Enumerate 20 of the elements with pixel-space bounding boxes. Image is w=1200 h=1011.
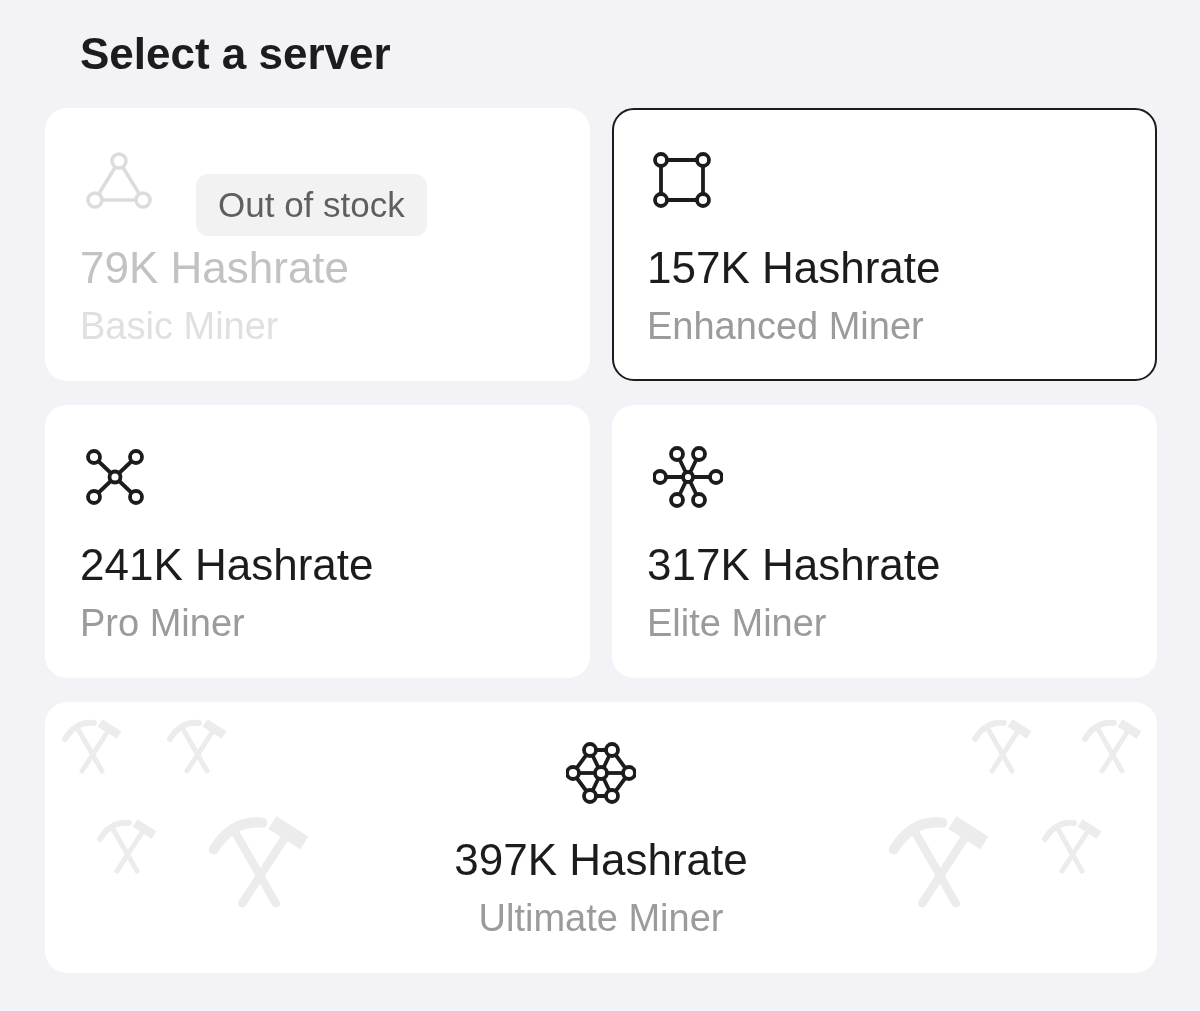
server-card[interactable]: 317K Hashrate Elite Miner — [612, 405, 1157, 678]
tier-label: Enhanced Miner — [647, 304, 924, 348]
hexagon-network-icon — [566, 742, 636, 804]
server-card[interactable]: 157K Hashrate Enhanced Miner — [612, 108, 1157, 381]
hashrate-label: 317K Hashrate — [647, 540, 941, 590]
tier-label: Elite Miner — [647, 601, 827, 645]
page-title: Select a server — [80, 28, 391, 80]
tier-label: Ultimate Miner — [478, 896, 724, 940]
hashrate-label: 241K Hashrate — [80, 540, 374, 590]
server-card[interactable]: 241K Hashrate Pro Miner — [45, 405, 590, 678]
stock-status-badge: Out of stock — [196, 174, 427, 236]
hashrate-label: 157K Hashrate — [647, 243, 941, 293]
hashrate-label: 397K Hashrate — [454, 835, 748, 885]
tier-label: Pro Miner — [80, 601, 245, 645]
cross-network-icon — [86, 449, 144, 505]
star-network-icon — [653, 446, 723, 508]
triangle-network-icon — [86, 151, 152, 209]
hashrate-label: 79K Hashrate — [80, 243, 350, 293]
server-card[interactable]: 397K Hashrate Ultimate Miner — [45, 702, 1157, 973]
square-network-icon — [653, 152, 711, 208]
